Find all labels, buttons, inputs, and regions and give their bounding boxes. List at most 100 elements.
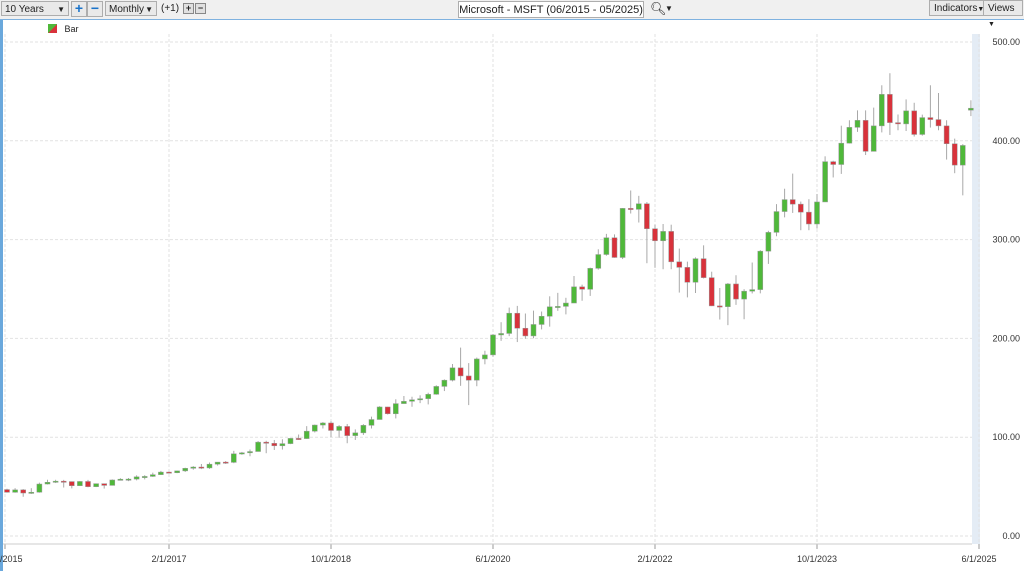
- candle: [806, 199, 812, 231]
- candle: [263, 440, 269, 454]
- candle: [830, 160, 836, 178]
- candle: [425, 392, 431, 405]
- candle: [465, 363, 472, 406]
- candle-body-down: [198, 466, 205, 469]
- candle: [733, 275, 739, 305]
- candle-body-up: [368, 419, 375, 426]
- candle-body-up: [595, 254, 602, 269]
- candle-body-up: [393, 403, 399, 415]
- candle: [247, 449, 253, 457]
- candle-body-up: [93, 483, 99, 487]
- x-tick-label: 6/1/2025: [961, 554, 996, 564]
- candle: [352, 429, 359, 440]
- candle: [393, 399, 399, 419]
- candle: [133, 475, 140, 481]
- candle-body-down: [579, 286, 585, 290]
- candle-body-up: [692, 258, 699, 283]
- candle-body-up: [814, 201, 820, 225]
- candle-body-up: [741, 290, 747, 300]
- candle-body-up: [117, 478, 124, 481]
- candle-body-up: [919, 117, 926, 135]
- candle: [644, 202, 650, 264]
- candle-body-up: [401, 401, 407, 404]
- candle: [77, 481, 83, 487]
- candle-body-up: [150, 474, 156, 477]
- candle-body-up: [190, 466, 197, 469]
- candle: [919, 114, 926, 136]
- candle: [474, 357, 480, 387]
- candle: [636, 195, 642, 223]
- candle-body-down: [708, 277, 715, 307]
- candle-body-down: [384, 406, 391, 415]
- candle-body-up: [303, 430, 310, 439]
- candle: [449, 363, 456, 382]
- candle: [960, 144, 966, 196]
- candle: [36, 482, 43, 493]
- candle-body-down: [514, 312, 521, 329]
- candle: [822, 156, 828, 203]
- candle-body-up: [206, 463, 213, 469]
- candle-body-down: [4, 489, 10, 493]
- candle: [538, 311, 545, 330]
- candle-body-down: [85, 481, 91, 487]
- candle: [579, 284, 585, 301]
- candle-body-up: [490, 334, 496, 356]
- candle: [879, 85, 885, 133]
- candle: [765, 230, 772, 264]
- candle-body-up: [725, 283, 731, 307]
- candle: [490, 334, 496, 357]
- candle: [571, 275, 577, 304]
- candle-body-up: [409, 399, 415, 402]
- candle: [587, 267, 593, 296]
- candle-body-up: [376, 406, 383, 420]
- candle: [627, 190, 634, 214]
- candlestick-chart[interactable]: 0.00 100.00 200.00 300.00 400.00 500.00 6/1/2…: [0, 0, 1024, 571]
- candle-body-up: [158, 471, 164, 475]
- candle-body-up: [441, 379, 448, 387]
- candle: [206, 462, 213, 469]
- candle-body-up: [903, 110, 909, 125]
- candle: [109, 479, 116, 486]
- candle: [611, 234, 618, 258]
- candle: [85, 479, 91, 488]
- candle-body-up: [838, 142, 845, 165]
- candle: [125, 478, 132, 482]
- candle: [441, 379, 448, 392]
- candle: [303, 426, 310, 439]
- candle-body-down: [798, 203, 804, 213]
- candle-body-up: [255, 441, 261, 452]
- candle-body-up: [619, 208, 626, 258]
- legend-label: Bar: [64, 24, 79, 34]
- candle: [781, 188, 788, 218]
- candle: [320, 422, 326, 429]
- legend: Bar: [48, 24, 79, 34]
- candle: [603, 233, 610, 256]
- candle-body-down: [328, 422, 334, 431]
- chart-left-border: [0, 20, 3, 571]
- candle: [530, 310, 537, 339]
- candle: [522, 313, 529, 339]
- candle: [668, 224, 674, 270]
- candle-body-up: [563, 302, 569, 307]
- candle-body-up: [530, 324, 537, 337]
- candle: [506, 307, 512, 337]
- candle-body-up: [749, 289, 755, 292]
- candle-body-up: [77, 481, 83, 486]
- candle-body-down: [344, 426, 350, 436]
- candle-body-up: [279, 443, 286, 447]
- candle: [951, 138, 958, 174]
- candle-body-down: [457, 367, 464, 377]
- candle: [482, 350, 488, 365]
- candle: [271, 439, 278, 450]
- candle: [927, 85, 934, 128]
- candle: [684, 261, 691, 298]
- candle-body-up: [449, 367, 456, 381]
- candle-body-up: [879, 94, 885, 127]
- candle: [911, 102, 917, 137]
- candle: [692, 257, 699, 294]
- candle-body-down: [101, 483, 107, 486]
- candle: [328, 421, 334, 438]
- candle-body-up: [603, 237, 610, 255]
- candle: [401, 396, 407, 404]
- candle-body-up: [546, 306, 553, 317]
